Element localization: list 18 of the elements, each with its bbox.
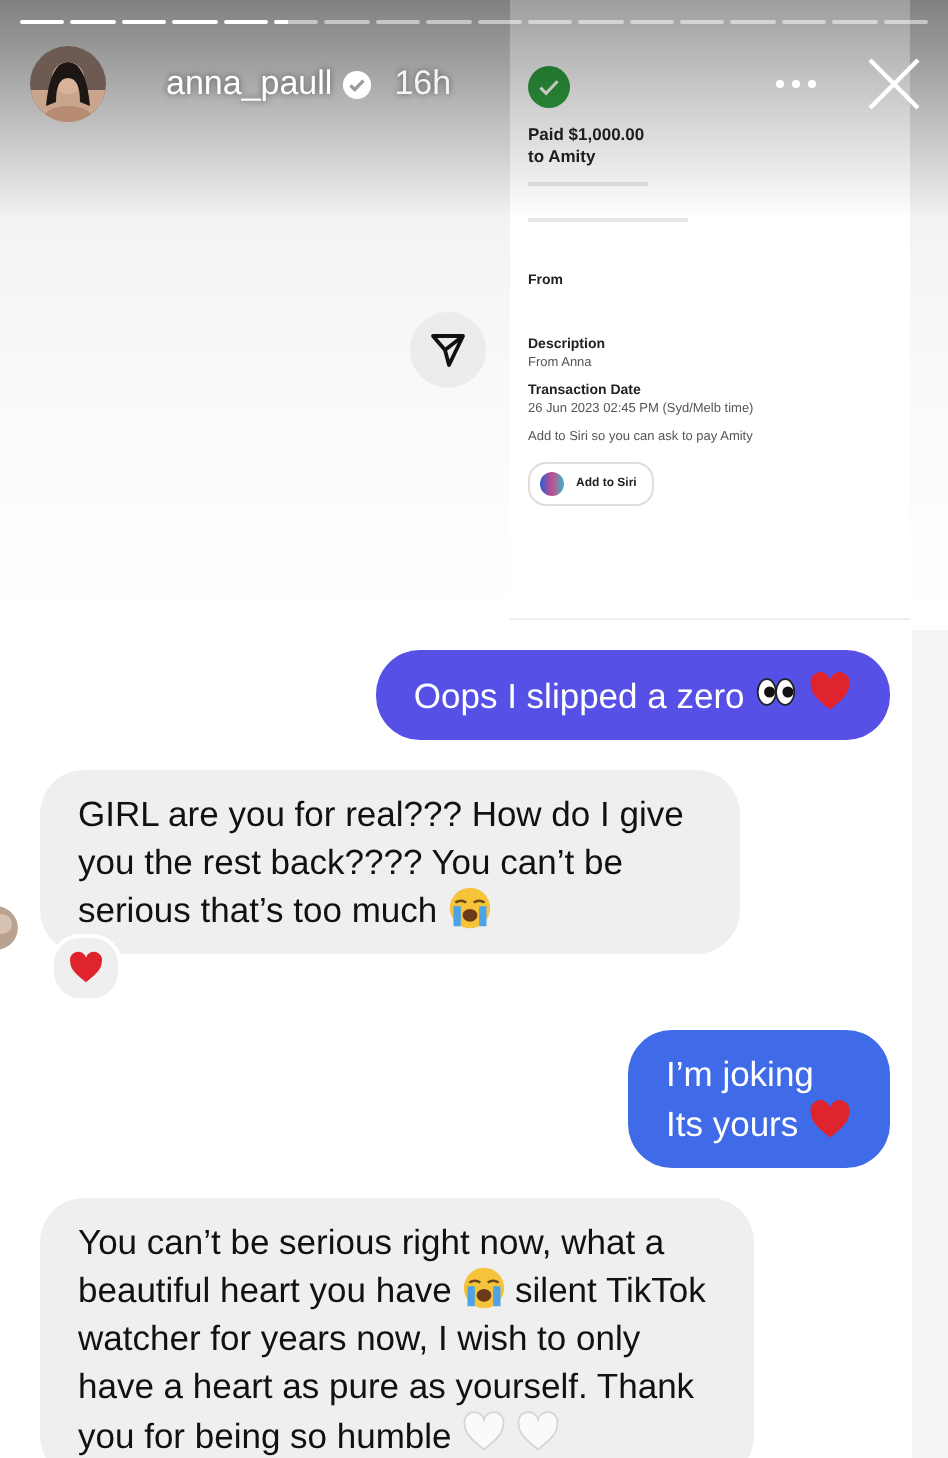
message-text: You can’t be serious right now, what a beautiful heart you have silent TikTok watcher for years now, I wish to only have a heart as pure as yourself. Thank you for being so humble xyxy=(78,1220,708,1458)
heart-icon xyxy=(68,950,104,986)
message-text: I’m joking Its yours xyxy=(666,1050,852,1148)
payment-amount: Paid $1,000.00 xyxy=(528,124,647,146)
checkmark-icon xyxy=(528,66,570,108)
heart-icon xyxy=(808,670,852,714)
share-button[interactable] xyxy=(410,312,486,388)
reaction-badge[interactable] xyxy=(50,934,122,1002)
crying-face-icon xyxy=(447,886,491,930)
post-time: 16h xyxy=(394,64,452,104)
crying-face-icon xyxy=(461,1266,506,1310)
siri-icon xyxy=(540,472,564,496)
payee-name: to Amity xyxy=(528,146,598,168)
message-text: GIRL are you for real??? How do I give you the rest back???? You can’t be serious that’s too much xyxy=(78,792,686,934)
heart-icon xyxy=(808,1098,852,1142)
message-text: Oops I slipped a zero xyxy=(413,670,852,720)
send-icon xyxy=(430,332,466,368)
close-icon[interactable] xyxy=(868,58,920,110)
